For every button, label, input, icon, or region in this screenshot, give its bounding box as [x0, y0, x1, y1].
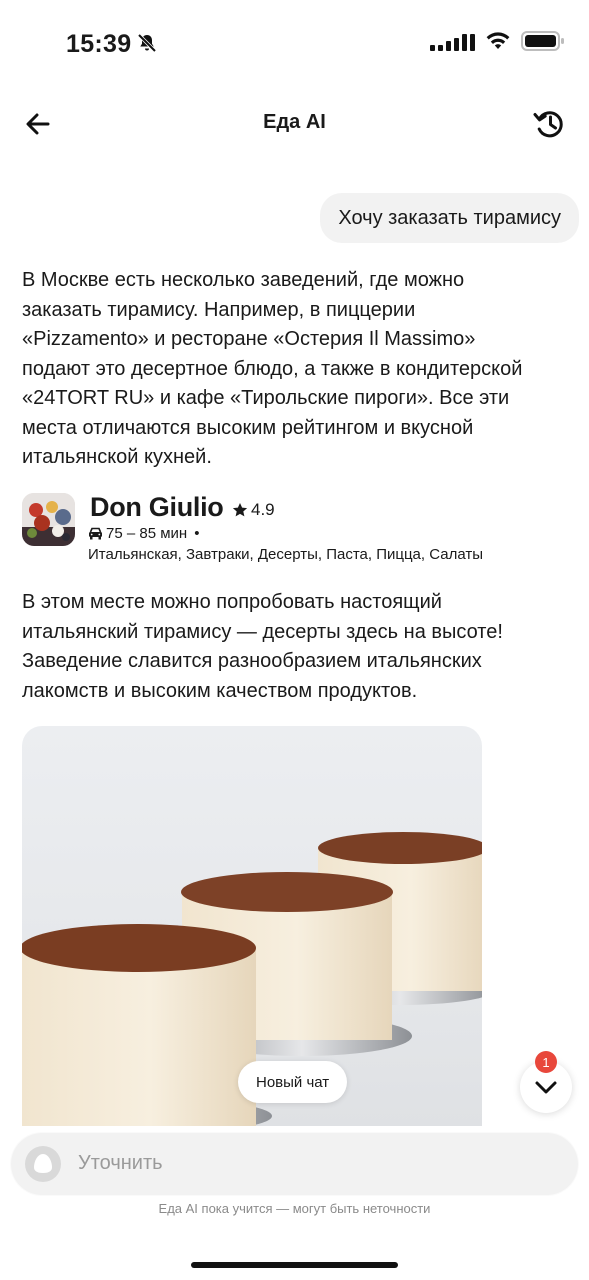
- text-line: лакомств и высоким качеством продуктов.: [22, 679, 418, 702]
- text-line: итальянский тирамису — десерты здесь на …: [22, 620, 503, 643]
- text-line: «Pizzamento» и ресторане «Остерия Il Mas…: [22, 328, 476, 350]
- text-line: В Москве есть несколько заведений, где м…: [22, 269, 465, 291]
- text-line: В этом месте можно попробовать настоящий: [22, 591, 442, 613]
- cellular-signal-icon: [430, 31, 475, 51]
- restaurant-name: Don Giulio: [90, 492, 224, 522]
- car-icon: [89, 527, 102, 540]
- history-clock-icon[interactable]: [531, 105, 569, 143]
- user-message-text: Хочу заказать тирамису: [338, 206, 561, 229]
- restaurant-cuisines: Итальянская, Завтраки, Десерты, Паста, П…: [88, 546, 483, 563]
- new-chat-button[interactable]: Новый чат: [238, 1061, 348, 1103]
- text-line: итальянской кухней.: [22, 446, 212, 468]
- home-indicator[interactable]: [191, 1262, 398, 1268]
- unread-badge: 1: [535, 1051, 557, 1073]
- wifi-icon: [486, 32, 510, 49]
- star-icon: [232, 503, 248, 517]
- status-time: 15:39: [66, 30, 132, 58]
- message-input-placeholder: Уточнить: [78, 1152, 163, 1174]
- meta-separator: •: [194, 525, 200, 542]
- restaurant-rating: 4.9: [232, 500, 275, 520]
- user-message-bubble: Хочу заказать тирамису: [320, 193, 579, 243]
- alice-icon: [25, 1146, 61, 1182]
- rating-value: 4.9: [251, 500, 275, 519]
- status-bar: 15:39: [0, 0, 589, 88]
- page-title: Еда AI: [263, 111, 326, 133]
- text-line: заказать тирамису. Например, в пиццерии: [22, 298, 416, 321]
- assistant-message-description: В этом месте можно попробовать настоящий…: [22, 588, 570, 706]
- delivery-time: 75 – 85 мин: [106, 525, 188, 542]
- bell-off-icon: [137, 33, 157, 53]
- text-line: Заведение славится разнообразием итальян…: [22, 650, 482, 672]
- restaurant-card[interactable]: Don Giulio 4.9 75 – 85 мин • Итальянская…: [22, 490, 582, 570]
- battery-icon: [521, 31, 564, 51]
- assistant-message-intro: В Москве есть несколько заведений, где м…: [22, 266, 570, 473]
- text-line: места отличаются высоким рейтингом и вку…: [22, 416, 474, 439]
- restaurant-logo: [22, 493, 75, 546]
- delivery-info: 75 – 85 мин •: [88, 525, 199, 542]
- message-input[interactable]: Уточнить: [11, 1133, 578, 1195]
- text-line: «24TORT RU» и кафе «Тирольские пироги». …: [22, 387, 510, 409]
- ai-disclaimer: Еда AI пока учится — могут быть неточнос…: [158, 1201, 431, 1216]
- top-nav: Еда AI: [0, 96, 589, 152]
- text-line: подают это десертное блюдо, а также в ко…: [22, 357, 523, 380]
- restaurant-logo-image: [22, 493, 75, 546]
- new-chat-label: Новый чат: [256, 1073, 330, 1091]
- chevron-down-icon: [535, 1081, 557, 1094]
